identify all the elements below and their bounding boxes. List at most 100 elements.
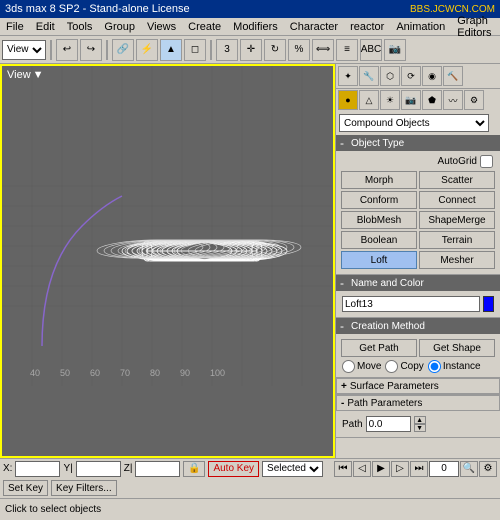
compound-select[interactable]: Compound Objects — [339, 114, 489, 132]
align-btn[interactable]: ≡ — [336, 39, 358, 61]
path-params-expand: - — [341, 398, 344, 409]
surface-params-section: + Surface Parameters — [336, 378, 500, 395]
svg-text:70: 70 — [120, 368, 130, 378]
panel-icon-modify[interactable]: 🔧 — [359, 66, 379, 86]
menu-create[interactable]: Create — [182, 18, 227, 35]
menu-views[interactable]: Views — [141, 18, 182, 35]
panel-icon-lights[interactable]: ☀ — [380, 90, 400, 110]
loft-btn[interactable]: Loft — [341, 251, 417, 269]
morph-btn[interactable]: Morph — [341, 171, 417, 189]
play-btn[interactable]: ▶ — [372, 461, 390, 477]
lock-btn[interactable]: 🔒 — [183, 461, 205, 477]
next-frame-btn[interactable]: ▷ — [391, 461, 409, 477]
select-filter-btn[interactable]: 3 — [216, 39, 238, 61]
go-end-btn[interactable]: ⏭ — [410, 461, 428, 477]
svg-text:60: 60 — [90, 368, 100, 378]
panel-icon-motion[interactable]: ⟳ — [401, 66, 421, 86]
menu-character[interactable]: Character — [284, 18, 344, 35]
path-value-row: Path ▲ ▼ — [339, 414, 497, 434]
creation-method-content: Get Path Get Shape Move Copy Instance — [336, 334, 500, 377]
viewport[interactable]: View ▼ — [0, 64, 335, 458]
name-color-header[interactable]: - Name and Color — [336, 275, 500, 291]
panel-icon-hierarchy[interactable]: ⬡ — [380, 66, 400, 86]
status-bar: Click to select objects — [0, 498, 500, 520]
menu-animation[interactable]: Animation — [390, 18, 451, 35]
object-type-header[interactable]: - Object Type — [336, 135, 500, 151]
panel-icon-create[interactable]: ✦ — [338, 66, 358, 86]
creation-method-header[interactable]: - Creation Method — [336, 318, 500, 334]
mirror-btn[interactable]: ⟺ — [312, 39, 334, 61]
menu-edit[interactable]: Edit — [30, 18, 61, 35]
panel-icon-utilities[interactable]: 🔨 — [443, 66, 463, 86]
status-text: Click to select objects — [5, 504, 101, 515]
path-params-label: Path Parameters — [347, 398, 422, 409]
connect-btn[interactable]: Connect — [419, 191, 495, 209]
terrain-btn[interactable]: Terrain — [419, 231, 495, 249]
name-color-label: Name and Color — [351, 278, 424, 289]
rotate-btn[interactable]: ↻ — [264, 39, 286, 61]
radio-copy[interactable] — [385, 360, 398, 373]
get-path-btn[interactable]: Get Path — [341, 339, 417, 357]
shapemerge-btn[interactable]: ShapeMerge — [419, 211, 495, 229]
move-btn[interactable]: ✛ — [240, 39, 262, 61]
select-region-btn[interactable]: ◻ — [184, 39, 206, 61]
menu-bar: File Edit Tools Group Views Create Modif… — [0, 18, 500, 36]
name-color-collapse: - — [340, 276, 344, 290]
mesher-btn[interactable]: Mesher — [419, 251, 495, 269]
radio-move-label[interactable]: Move — [342, 360, 381, 373]
path-spin-down[interactable]: ▼ — [414, 424, 426, 432]
snap-btn[interactable]: ABC — [360, 39, 382, 61]
path-spin-up[interactable]: ▲ — [414, 416, 426, 424]
z-input[interactable] — [135, 461, 180, 477]
set-key-btn[interactable]: Set Key — [3, 480, 48, 496]
panel-icon-shapes[interactable]: △ — [359, 90, 379, 110]
radio-copy-label[interactable]: Copy — [385, 360, 423, 373]
boolean-btn[interactable]: Boolean — [341, 231, 417, 249]
object-name-input[interactable] — [342, 296, 480, 312]
bind-btn[interactable]: ⚡ — [136, 39, 158, 61]
panel-icon-helpers[interactable]: ⬟ — [422, 90, 442, 110]
key-filters-btn[interactable]: Key Filters... — [51, 480, 117, 496]
menu-reactor[interactable]: reactor — [344, 18, 390, 35]
redo-btn[interactable]: ↪ — [80, 39, 102, 61]
selected-dropdown[interactable]: Selected — [262, 461, 323, 477]
x-input[interactable] — [15, 461, 60, 477]
auto-key-btn[interactable]: Auto Key — [208, 461, 259, 477]
radio-move[interactable] — [342, 360, 355, 373]
panel-icon-display[interactable]: ◉ — [422, 66, 442, 86]
menu-modifiers[interactable]: Modifiers — [227, 18, 284, 35]
view-select[interactable]: View — [2, 40, 46, 60]
menu-group[interactable]: Group — [98, 18, 141, 35]
zoom-time-btn[interactable]: 🔍 — [460, 461, 478, 477]
frame-input[interactable] — [429, 461, 459, 477]
surface-params-header[interactable]: + Surface Parameters — [336, 378, 500, 394]
color-swatch[interactable] — [483, 296, 494, 312]
y-input[interactable] — [76, 461, 121, 477]
panel-icon-cameras[interactable]: 📷 — [401, 90, 421, 110]
time-config-btn[interactable]: ⚙ — [479, 461, 497, 477]
name-color-section: - Name and Color — [336, 275, 500, 318]
panel-icon-geometry[interactable]: ● — [338, 90, 358, 110]
menu-tools[interactable]: Tools — [61, 18, 99, 35]
get-shape-btn[interactable]: Get Shape — [419, 339, 495, 357]
path-value-input[interactable] — [366, 416, 411, 432]
radio-instance[interactable] — [428, 360, 441, 373]
camera-btn[interactable]: 📷 — [384, 39, 406, 61]
link-btn[interactable]: 🔗 — [112, 39, 134, 61]
scale-btn[interactable]: % — [288, 39, 310, 61]
radio-instance-label[interactable]: Instance — [428, 360, 481, 373]
menu-graph[interactable]: Graph Editors — [451, 18, 497, 35]
go-start-btn[interactable]: ⏮ — [334, 461, 352, 477]
conform-btn[interactable]: Conform — [341, 191, 417, 209]
bottom-row2: Set Key Key Filters... — [0, 479, 500, 499]
scatter-btn[interactable]: Scatter — [419, 171, 495, 189]
menu-file[interactable]: File — [0, 18, 30, 35]
blobmesh-btn[interactable]: BlobMesh — [341, 211, 417, 229]
panel-icon-spacewarps[interactable]: 〰 — [443, 90, 463, 110]
path-params-header[interactable]: - Path Parameters — [336, 395, 500, 411]
panel-icon-systems[interactable]: ⚙ — [464, 90, 484, 110]
undo-btn[interactable]: ↩ — [56, 39, 78, 61]
autogrid-checkbox[interactable] — [480, 155, 493, 168]
prev-frame-btn[interactable]: ◁ — [353, 461, 371, 477]
select-btn[interactable]: ▲ — [160, 39, 182, 61]
